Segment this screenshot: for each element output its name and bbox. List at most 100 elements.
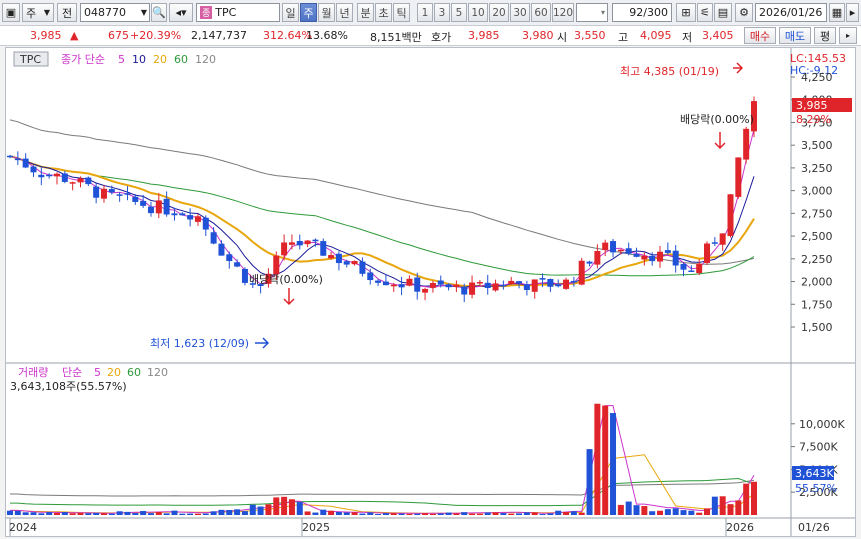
calendar-icon[interactable]: ▦	[829, 3, 845, 22]
candle	[288, 242, 295, 245]
volume-bar	[116, 511, 123, 515]
period-week[interactable]: 주	[300, 3, 317, 22]
candle	[210, 232, 217, 244]
volume-bar	[672, 508, 679, 515]
volume-bar	[680, 510, 687, 515]
spin-icon[interactable]: ▾	[601, 8, 607, 17]
search-icon[interactable]: 🔍	[151, 3, 167, 22]
interval-3[interactable]: 3	[434, 3, 450, 22]
low-label: 저	[682, 31, 693, 44]
crosshair-icon[interactable]: ⊞	[676, 3, 696, 22]
volume-bar	[531, 512, 538, 515]
moving-average-lines	[9, 119, 755, 290]
vol-y-tick-label: 7,500K	[799, 441, 838, 454]
stock-name-field[interactable]: 종 TPC	[196, 3, 280, 22]
legend-ma120: 120	[195, 53, 216, 66]
interval-1[interactable]: 1	[417, 3, 433, 22]
date-field[interactable]: 2026/01/26	[755, 3, 827, 22]
volume-bar	[382, 513, 389, 515]
eval-button[interactable]: 평	[814, 27, 836, 44]
candle	[500, 284, 507, 287]
volume-bar	[711, 496, 718, 515]
candle	[672, 250, 679, 266]
quote-low: 3,405	[702, 29, 734, 42]
open-label: 시	[557, 31, 568, 44]
expand-icon[interactable]: ▸	[839, 27, 857, 44]
interval-30[interactable]: 30	[510, 3, 530, 22]
volume-bar	[249, 504, 256, 515]
chevron-down-icon[interactable]: ▼	[141, 8, 149, 17]
volume-bar	[155, 511, 162, 515]
code-input[interactable]: 048770 ▼	[80, 3, 150, 22]
low-annotation: 최저 1,623 (12/09)	[150, 337, 249, 350]
chart-svg[interactable]: TPC 종가 단순 5 10 20 60 120 거래량 단순 5 20 60 …	[6, 48, 855, 536]
volume-bar	[437, 513, 444, 515]
custom-interval-input[interactable]: ▾	[576, 3, 608, 22]
quote-open: 3,550	[574, 29, 606, 42]
period-month[interactable]: 월	[318, 3, 335, 22]
volume-bar	[461, 512, 468, 515]
period-day[interactable]: 일	[282, 3, 299, 22]
chart-window: ▣ 주 ▼ 전 048770 ▼ 🔍 ◂▾ 종 TPC 일 주 월 년 분 초 틱 1…	[0, 0, 861, 539]
candle	[523, 284, 530, 290]
candle	[226, 254, 233, 262]
window-menu-icon[interactable]: ▣	[2, 3, 20, 22]
volume-bar	[288, 499, 295, 515]
candle	[516, 281, 523, 284]
period-second[interactable]: 초	[375, 3, 392, 22]
speaker-icon[interactable]: ◂▾	[169, 3, 193, 22]
period-tick[interactable]: 틱	[393, 3, 410, 22]
candle	[492, 283, 499, 291]
candle	[688, 270, 695, 273]
buy-button[interactable]: 매수	[744, 27, 776, 44]
sell-button[interactable]: 매도	[779, 27, 811, 44]
interval-20[interactable]: 20	[489, 3, 509, 22]
volume-bar	[132, 513, 139, 515]
interval-10[interactable]: 10	[468, 3, 488, 22]
candle	[414, 277, 421, 292]
volume-bar	[500, 513, 507, 515]
volume-bar	[625, 501, 632, 515]
volume-bar	[22, 512, 29, 515]
interval-5[interactable]: 5	[451, 3, 467, 22]
volume-bar	[241, 511, 248, 515]
candle	[586, 261, 593, 264]
volume-bar	[657, 510, 664, 515]
count-field[interactable]: 92/300	[612, 3, 672, 22]
current-volume-pct: 55.57%	[795, 482, 837, 495]
volume-bar	[727, 504, 734, 515]
candle	[77, 178, 84, 183]
volume-bar	[61, 512, 68, 515]
candle	[461, 286, 468, 295]
candle	[171, 213, 178, 216]
current-price-label: 3,985	[796, 99, 828, 112]
market-dropdown[interactable]: 주 ▼	[22, 3, 54, 22]
y-tick-label: 1,500	[801, 321, 833, 334]
candle	[382, 281, 389, 286]
market-button[interactable]: 전	[57, 3, 77, 22]
interval-60[interactable]: 60	[531, 3, 551, 22]
chart-type-icon[interactable]: ⚟	[697, 3, 713, 22]
volume-bar	[77, 512, 84, 515]
period-minute[interactable]: 분	[357, 3, 374, 22]
volume-bar	[202, 513, 209, 515]
save-icon[interactable]: ▤	[714, 3, 732, 22]
ma10-line	[9, 155, 755, 288]
candle	[187, 215, 194, 220]
chart-area[interactable]: TPC 종가 단순 5 10 20 60 120 거래량 단순 5 20 60 …	[5, 47, 856, 537]
candle	[100, 188, 107, 199]
interval-120[interactable]: 120	[552, 3, 574, 22]
volume-bar	[414, 513, 421, 515]
gear-icon[interactable]: ⚙	[735, 3, 753, 22]
legend-ma10: 10	[132, 53, 146, 66]
candle	[14, 158, 21, 161]
vol-y-tick-label: 10,000K	[799, 418, 845, 431]
candle	[719, 233, 726, 245]
volume-bar	[108, 513, 115, 515]
volume-bar	[469, 513, 476, 515]
period-year[interactable]: 년	[336, 3, 353, 22]
volume-bar	[649, 511, 656, 515]
expand-icon[interactable]: ▸	[846, 3, 859, 22]
code-value: 048770	[84, 6, 126, 19]
volume-bar	[304, 511, 311, 515]
